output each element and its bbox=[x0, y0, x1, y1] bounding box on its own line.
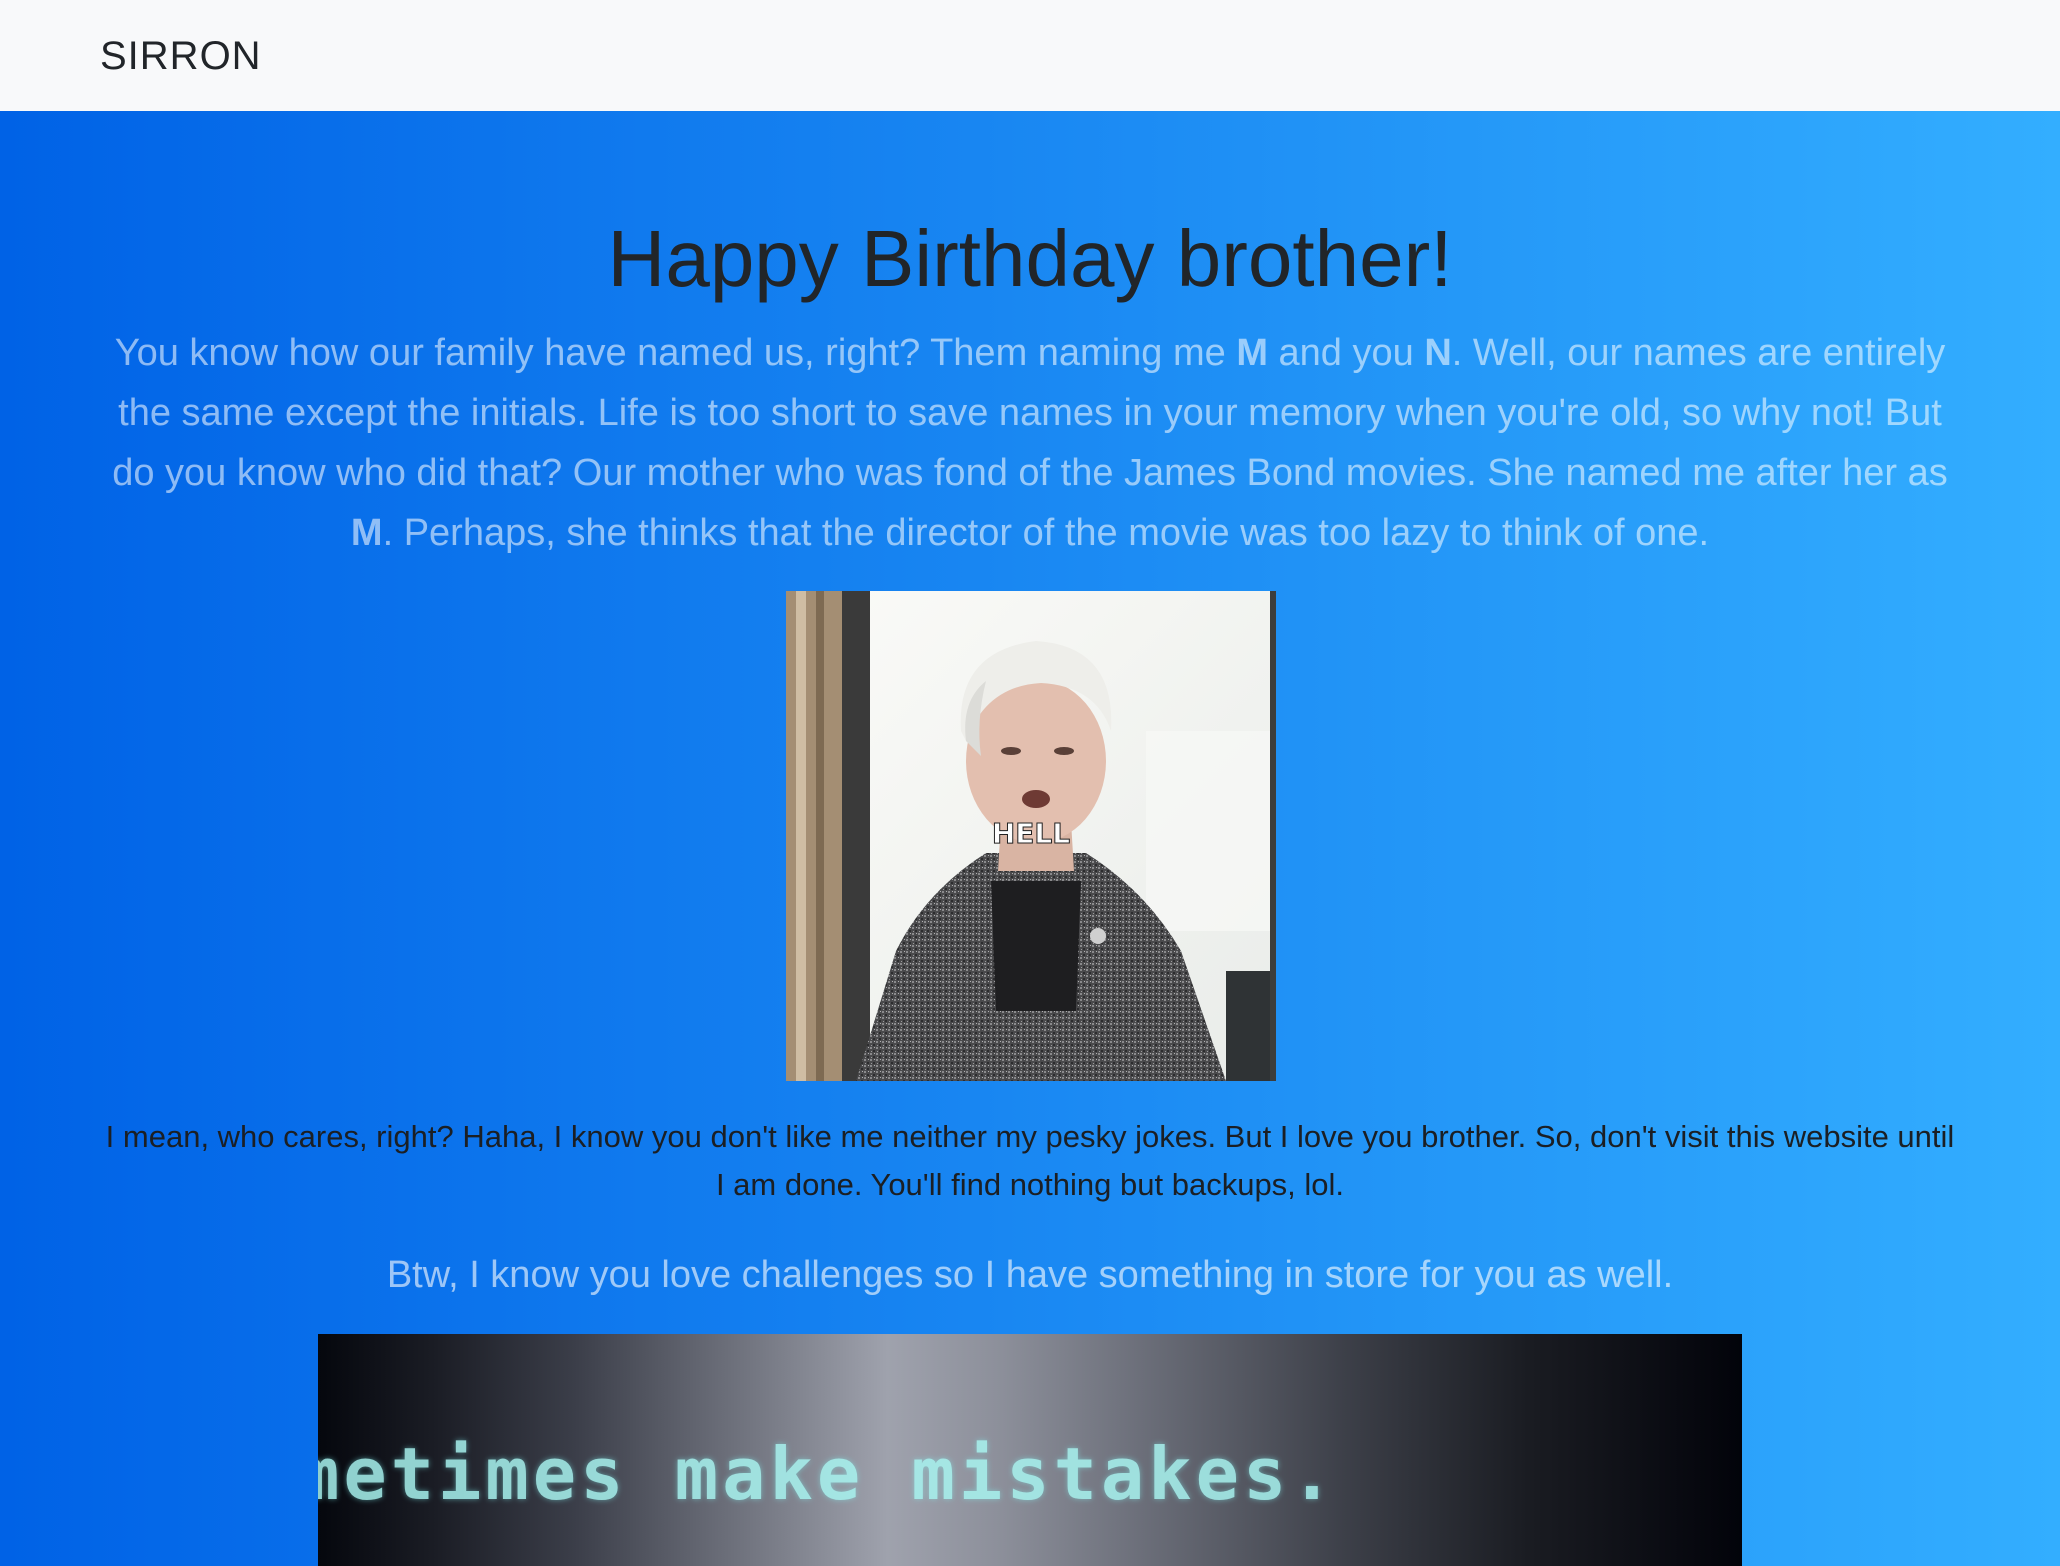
intro-text-1: You know how our family have named us, r… bbox=[114, 332, 1237, 374]
intro-text-4: . Perhaps, she thinks that the director … bbox=[382, 512, 1710, 554]
intro-paragraph: You know how our family have named us, r… bbox=[95, 323, 1965, 563]
challenge-video[interactable]: metimes make mistakes. bbox=[318, 1334, 1742, 1566]
body-paragraph: I mean, who cares, right? Haha, I know y… bbox=[105, 1119, 1955, 1202]
video-text: metimes make mistakes. bbox=[318, 1432, 1338, 1516]
m-gif-image: HELL bbox=[786, 591, 1276, 1081]
challenge-text: Btw, I know you love challenges so I hav… bbox=[386, 1254, 1674, 1296]
page-title: Happy Birthday brother! bbox=[607, 214, 1453, 303]
intro-text-2: and you bbox=[1267, 332, 1425, 374]
brand-link[interactable]: SIRRON bbox=[100, 28, 262, 84]
gif-caption: HELL bbox=[992, 817, 1070, 850]
navbar: SIRRON bbox=[0, 0, 2060, 111]
initial-m: M bbox=[1236, 332, 1268, 374]
initial-n: N bbox=[1424, 332, 1452, 374]
main-content: Happy Birthday brother! You know how our… bbox=[0, 111, 2060, 1566]
initial-m-2: M bbox=[350, 512, 383, 554]
